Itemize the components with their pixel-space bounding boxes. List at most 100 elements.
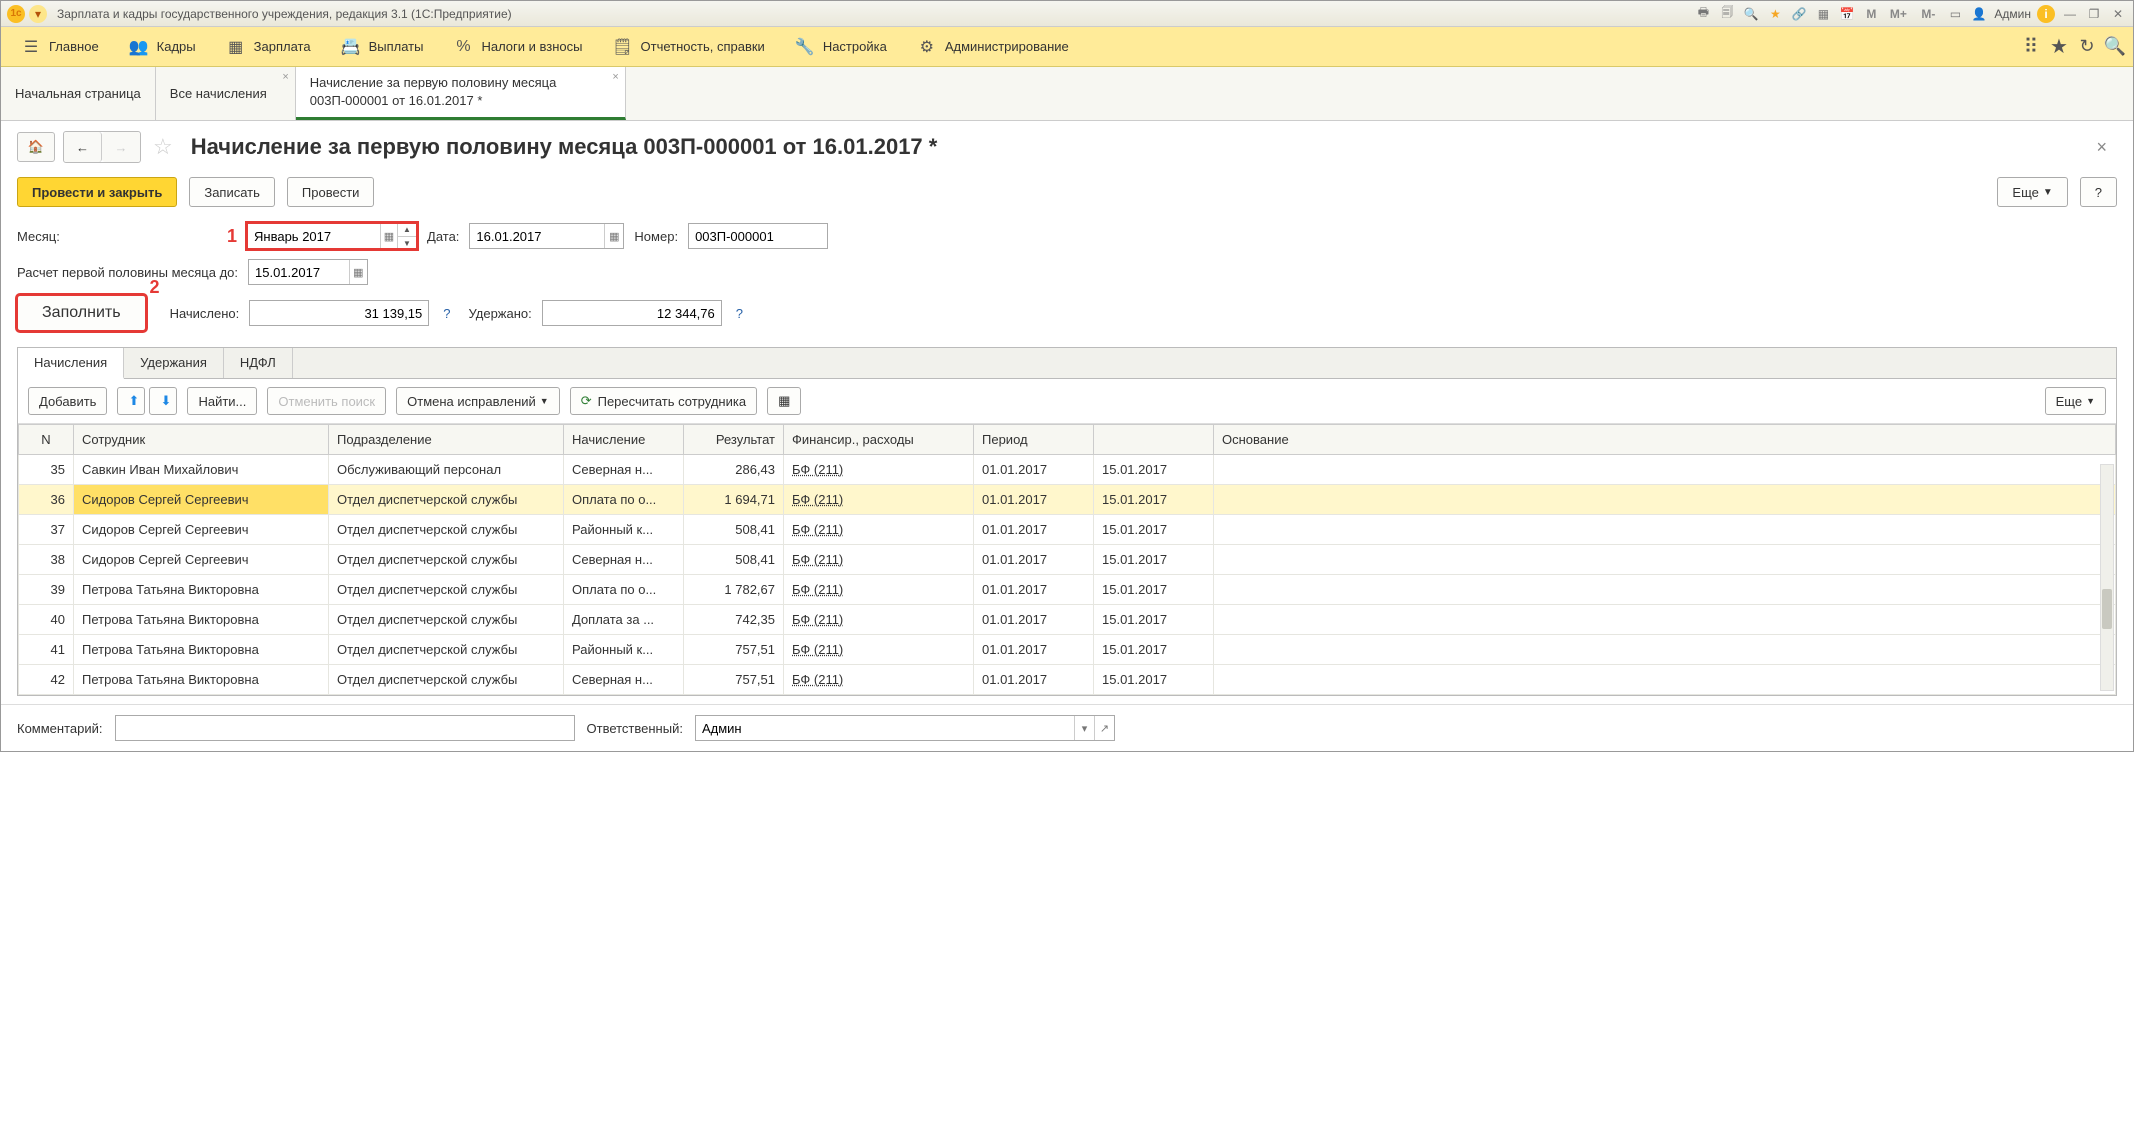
back-button[interactable]: ← [64,132,102,162]
calc-date-field[interactable]: ▦ [248,259,368,285]
responsible-dropdown-icon[interactable]: ▾ [1074,716,1094,740]
forward-button[interactable]: → [102,132,140,162]
month-field[interactable]: ▦ ▲▼ [247,223,417,249]
number-field[interactable] [688,223,828,249]
comment-field[interactable] [115,715,575,741]
col-n[interactable]: N [19,425,74,455]
home-button[interactable]: 🏠 [17,132,55,162]
print-icon[interactable]: 🖶 [1694,5,1712,23]
calc-date-input[interactable] [249,260,349,284]
memory-mminus[interactable]: M- [1916,5,1940,23]
grid-icon[interactable]: ▦ [1814,5,1832,23]
col-accrual[interactable]: Начисление [564,425,684,455]
responsible-field[interactable]: ▾ ↗ [695,715,1115,741]
more-button[interactable]: Еще ▼ [1997,177,2067,207]
help-button[interactable]: ? [2080,177,2117,207]
cell-financing[interactable]: БФ (211) [784,545,974,575]
responsible-open-icon[interactable]: ↗ [1094,716,1114,740]
tab-deductions[interactable]: Удержания [124,348,224,378]
cell-financing[interactable]: БФ (211) [784,665,974,695]
month-input[interactable] [248,224,380,248]
withheld-help-icon[interactable]: ? [736,306,743,321]
cell-financing[interactable]: БФ (211) [784,515,974,545]
tab-accruals[interactable]: Начисления [18,348,124,379]
month-picker-icon[interactable]: ▦ [380,224,397,248]
user-label[interactable]: Админ [1994,7,2031,21]
date-input[interactable] [470,224,604,248]
table-row[interactable]: 35Савкин Иван МихайловичОбслуживающий пе… [19,455,2116,485]
history-icon[interactable]: ↻ [2077,37,2097,57]
table-row[interactable]: 39Петрова Татьяна ВикторовнаОтдел диспет… [19,575,2116,605]
scroll-thumb[interactable] [2102,589,2112,629]
user-icon[interactable]: 👤 [1970,5,1988,23]
tab-ndfl[interactable]: НДФЛ [224,348,293,378]
page-close-icon[interactable]: × [2086,133,2117,162]
table-row[interactable]: 41Петрова Татьяна ВикторовнаОтдел диспет… [19,635,2116,665]
col-employee[interactable]: Сотрудник [74,425,329,455]
menu-admin[interactable]: ⚙Администрирование [905,31,1081,63]
tab-all-accruals[interactable]: Все начисления × [156,67,296,120]
date-field[interactable]: ▦ [469,223,624,249]
table-row[interactable]: 40Петрова Татьяна ВикторовнаОтдел диспет… [19,605,2116,635]
col-period-end[interactable] [1094,425,1214,455]
col-period[interactable]: Период [974,425,1094,455]
doc-icon[interactable]: 🗐 [1718,5,1736,23]
memory-m[interactable]: M [1862,5,1880,23]
favorite-icon[interactable]: ★ [1766,5,1784,23]
close-icon[interactable]: ✕ [2109,5,2127,23]
accrued-help-icon[interactable]: ? [443,306,450,321]
tab-start-page[interactable]: Начальная страница [1,67,156,120]
menu-vyplaty[interactable]: 📇Выплаты [329,31,436,63]
menu-nalogi[interactable]: %Налоги и взносы [441,31,594,63]
menu-kadry[interactable]: 👥Кадры [117,31,208,63]
menu-settings[interactable]: 🔧Настройка [783,31,899,63]
cell-financing[interactable]: БФ (211) [784,485,974,515]
col-result[interactable]: Результат [684,425,784,455]
post-button[interactable]: Провести [287,177,375,207]
spin-down-icon[interactable]: ▼ [398,236,416,249]
calc-date-picker-icon[interactable]: ▦ [349,260,367,284]
number-input[interactable] [689,224,827,248]
columns-settings-button[interactable]: ▦ [767,387,801,415]
cell-financing[interactable]: БФ (211) [784,455,974,485]
search-menu-icon[interactable]: 🔍 [2105,37,2125,57]
titlebar-dropdown-icon[interactable]: ▾ [29,5,47,23]
table-scrollbar[interactable] [2100,464,2114,691]
cell-financing[interactable]: БФ (211) [784,575,974,605]
link-icon[interactable]: 🔗 [1790,5,1808,23]
date-picker-icon[interactable]: ▦ [604,224,623,248]
memory-mplus[interactable]: M+ [1886,5,1910,23]
info-icon[interactable]: i [2037,5,2055,23]
tab-accrual-document[interactable]: Начисление за первую половину месяца 003… [296,67,626,120]
minimize-icon[interactable]: — [2061,5,2079,23]
write-button[interactable]: Записать [189,177,275,207]
table-row[interactable]: 37Сидоров Сергей СергеевичОтдел диспетче… [19,515,2116,545]
table-row[interactable]: 38Сидоров Сергей СергеевичОтдел диспетче… [19,545,2116,575]
accruals-table[interactable]: N Сотрудник Подразделение Начисление Рез… [18,424,2116,695]
panel-icon[interactable]: ▭ [1946,5,1964,23]
maximize-icon[interactable]: ❐ [2085,5,2103,23]
tab-close-icon[interactable]: × [282,71,288,83]
menu-zarplata[interactable]: ▦Зарплата [214,31,323,63]
add-row-button[interactable]: Добавить [28,387,107,415]
move-up-button[interactable]: ⬆ [117,387,145,415]
responsible-input[interactable] [696,716,1074,740]
menu-burger[interactable]: ☰Главное [9,31,111,63]
post-and-close-button[interactable]: Провести и закрыть [17,177,177,207]
table-row[interactable]: 36Сидоров Сергей СергеевичОтдел диспетче… [19,485,2116,515]
tabsheet-more-button[interactable]: Еще ▼ [2045,387,2106,415]
cancel-search-button[interactable]: Отменить поиск [267,387,386,415]
favorite-star-icon[interactable]: ☆ [153,134,173,160]
fill-button[interactable]: Заполнить [17,295,146,331]
cell-financing[interactable]: БФ (211) [784,635,974,665]
recalc-employee-button[interactable]: ⟳Пересчитать сотрудника [570,387,757,415]
table-row[interactable]: 42Петрова Татьяна ВикторовнаОтдел диспет… [19,665,2116,695]
cancel-corrections-button[interactable]: Отмена исправлений ▼ [396,387,560,415]
calendar-icon[interactable]: 📅 [1838,5,1856,23]
move-down-button[interactable]: ⬇ [149,387,177,415]
star-icon[interactable]: ★ [2049,37,2069,57]
col-department[interactable]: Подразделение [329,425,564,455]
apps-icon[interactable]: ⠿ [2021,37,2041,57]
search-icon[interactable]: 🔍 [1742,5,1760,23]
menu-reports[interactable]: 🗒Отчетность, справки [601,31,777,63]
